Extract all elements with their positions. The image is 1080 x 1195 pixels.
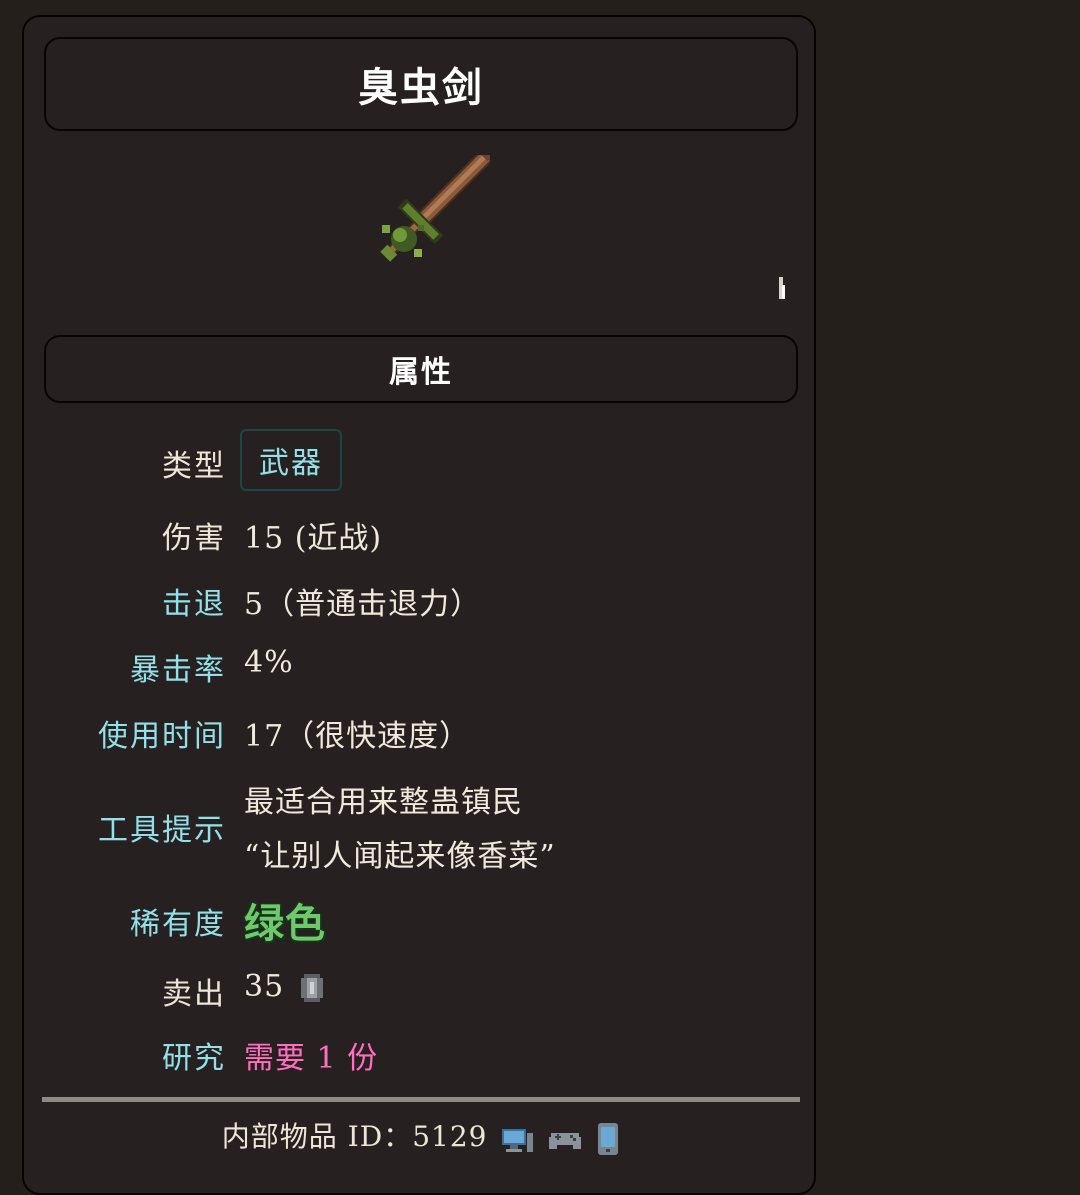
tooltip-line-2: “让别人闻起来像香菜” bbox=[244, 839, 556, 874]
sell-label: 卖出 bbox=[162, 977, 226, 1012]
item-infobox: 臭虫剑 属性 类型 武器 伤害 15 (近战) 击退 5（普通击退力） 暴击率 … bbox=[22, 15, 816, 1195]
tooltip-row: 工具提示 最适合用来整蛊镇民 “让别人闻起来像香菜” bbox=[24, 777, 814, 877]
rarity-value: 绿色 bbox=[244, 900, 326, 947]
usetime-value: 17（很快速度） bbox=[244, 719, 471, 754]
silver-coin-icon bbox=[300, 974, 323, 1002]
damage-label: 伤害 bbox=[162, 521, 226, 556]
crit-label[interactable]: 暴击率 bbox=[130, 645, 226, 689]
scroll-marker bbox=[779, 277, 785, 299]
item-title: 臭虫剑 bbox=[358, 64, 484, 111]
attributes-title: 属性 bbox=[389, 355, 453, 390]
knockback-value: 5（普通击退力） bbox=[244, 587, 482, 622]
gamepad-icon bbox=[549, 1132, 582, 1149]
type-label: 类型 bbox=[162, 449, 226, 484]
desktop-icon bbox=[502, 1128, 534, 1152]
knockback-label[interactable]: 击退 bbox=[162, 579, 226, 623]
item-title-bar: 臭虫剑 bbox=[44, 37, 798, 131]
divider bbox=[42, 1097, 800, 1102]
sell-value-wrap: 35 bbox=[244, 969, 325, 1004]
sell-value: 35 bbox=[244, 969, 285, 1004]
footer: 内部物品 ID：5129 bbox=[24, 1115, 814, 1156]
item-id-label: 内部物品 ID： bbox=[221, 1120, 413, 1153]
rarity-label[interactable]: 稀有度 bbox=[130, 899, 226, 943]
damage-value: 15 (近战) bbox=[244, 521, 383, 556]
research-value: 需要 1 份 bbox=[244, 1041, 379, 1076]
mobile-icon bbox=[598, 1122, 619, 1155]
attributes-header: 属性 bbox=[44, 335, 798, 403]
type-link[interactable]: 武器 bbox=[240, 429, 342, 491]
sword-image bbox=[380, 155, 490, 262]
type-row: 类型 武器 bbox=[24, 429, 814, 491]
research-label[interactable]: 研究 bbox=[162, 1033, 226, 1077]
tooltip-label[interactable]: 工具提示 bbox=[98, 805, 226, 849]
usetime-label[interactable]: 使用时间 bbox=[98, 711, 226, 755]
tooltip-line-1: 最适合用来整蛊镇民 bbox=[244, 785, 523, 820]
crit-value: 4% bbox=[244, 645, 294, 680]
item-id-value: 5129 bbox=[412, 1120, 488, 1153]
